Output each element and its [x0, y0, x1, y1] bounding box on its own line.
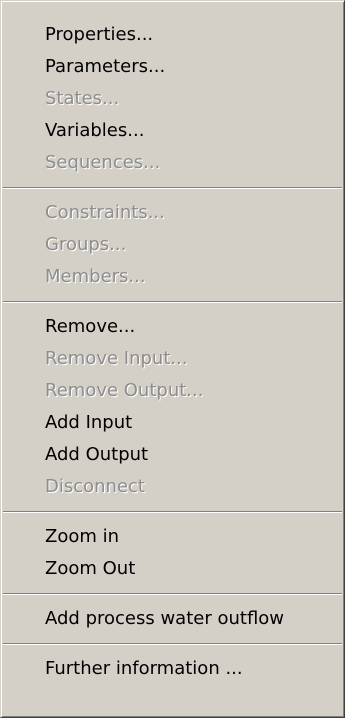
menu-item-groups: Groups... — [45, 234, 127, 255]
menu-item-further-information[interactable]: Further information ... — [1, 653, 344, 685]
menu-separator — [1, 503, 344, 521]
menu-item-variables[interactable]: Variables... — [1, 115, 344, 147]
menu-separator — [1, 585, 344, 603]
menu-separator — [1, 635, 344, 653]
menu-item-members: Members... — [45, 266, 146, 287]
menu-item-disconnect: Disconnect — [45, 476, 145, 497]
menu-item-zoom-out[interactable]: Zoom Out — [1, 553, 344, 585]
menu-item-add-process-water-outflow[interactable]: Add process water outflow — [1, 603, 344, 635]
menu-item-sequences: Sequences... — [45, 152, 161, 173]
menu-item-zoom-in[interactable]: Zoom in — [1, 521, 344, 553]
menu-item-remove-output: Remove Output... — [45, 380, 204, 401]
menu-item-properties[interactable]: Properties... — [1, 19, 344, 51]
menu-separator — [1, 293, 344, 311]
menu-item-remove[interactable]: Remove... — [1, 311, 344, 343]
menu-item-add-input[interactable]: Add Input — [1, 407, 344, 439]
context-menu: Properties... Parameters... States... Va… — [0, 0, 345, 718]
menu-item-states: States... — [45, 88, 120, 109]
menu-item-constraints: Constraints... — [45, 202, 165, 223]
menu-item-add-output[interactable]: Add Output — [1, 439, 344, 471]
menu-item-remove-input: Remove Input... — [45, 348, 188, 369]
menu-item-parameters[interactable]: Parameters... — [1, 51, 344, 83]
menu-separator — [1, 179, 344, 197]
